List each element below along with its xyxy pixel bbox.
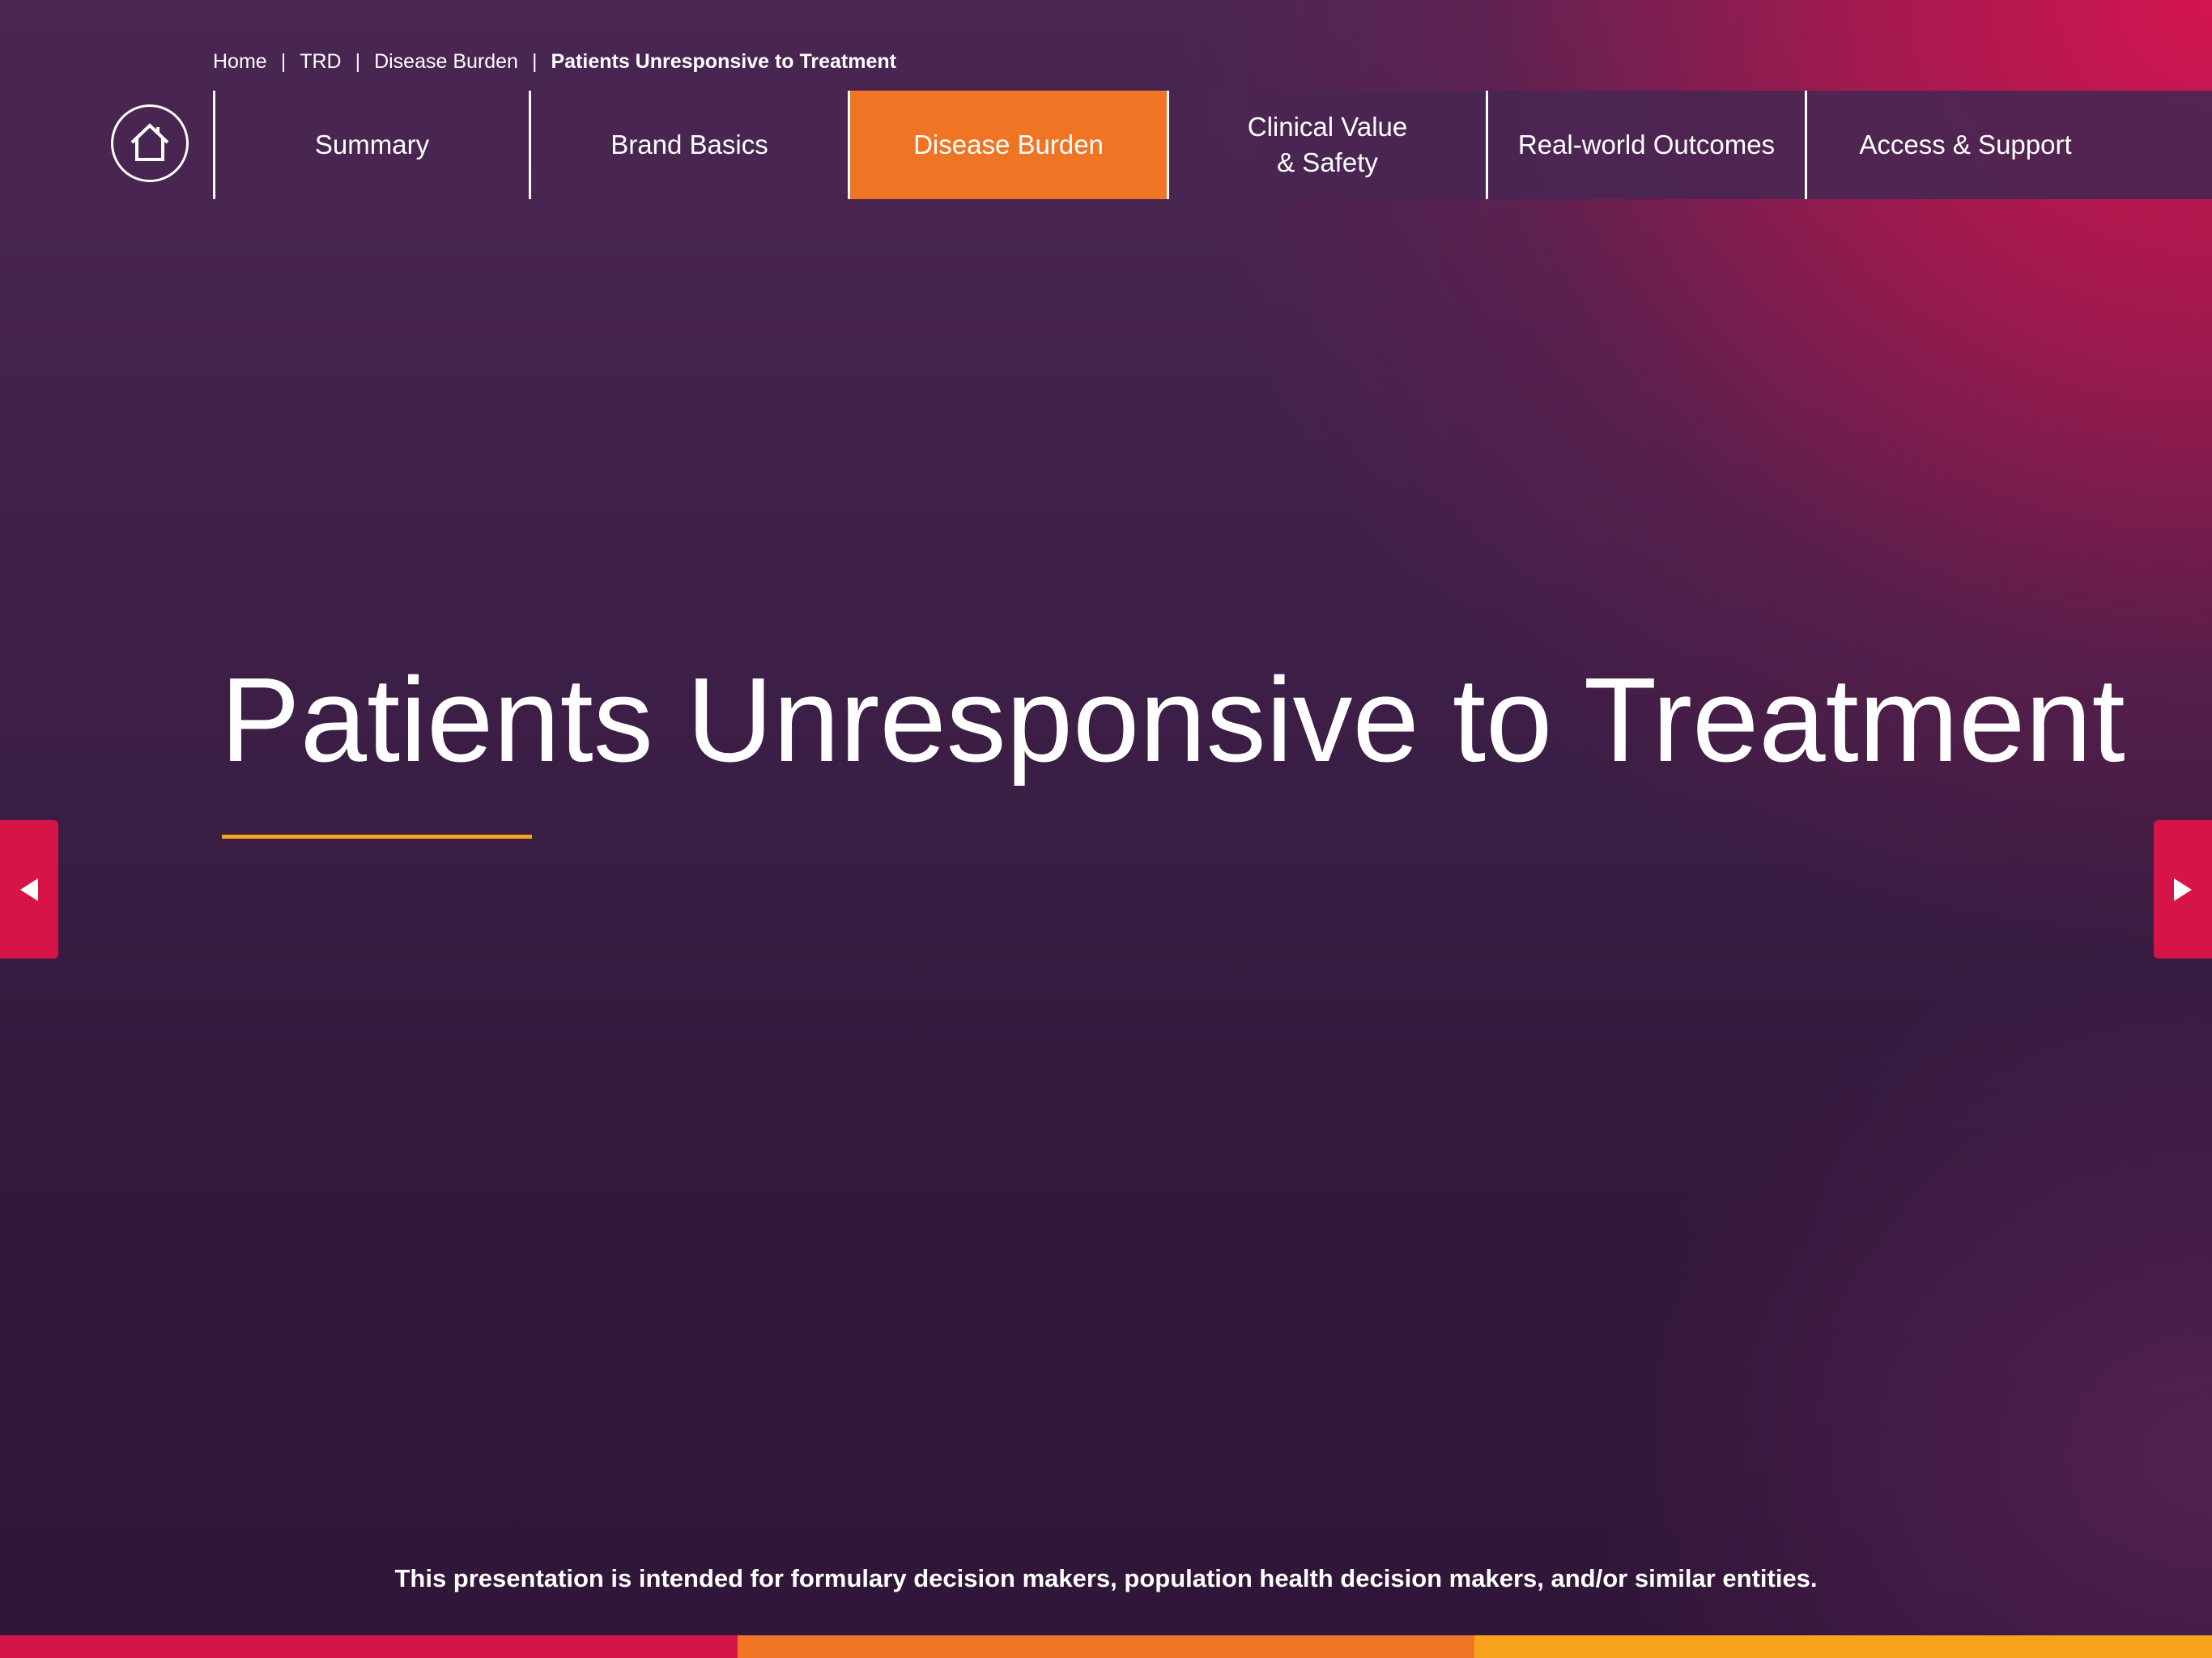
previous-slide-button[interactable]	[0, 820, 58, 959]
background-gradient	[0, 0, 2212, 1658]
caret-left-icon	[19, 877, 40, 903]
tab-label: Brand Basics	[610, 130, 768, 159]
tab-disease-burden[interactable]: Disease Burden	[850, 91, 1167, 199]
audience-disclaimer: This presentation is intended for formul…	[394, 1564, 1818, 1592]
page-title: Patients Unresponsive to Treatment	[220, 653, 2125, 787]
home-button[interactable]	[111, 104, 189, 182]
tab-label: Access & Support	[1859, 130, 2072, 159]
title-underline	[222, 835, 532, 839]
bottom-color-bar	[0, 1635, 2212, 1658]
main-nav: Summary Brand Basics Disease Burden Clin…	[0, 91, 2212, 199]
tab-label-line2: & Safety	[1277, 147, 1378, 177]
breadcrumb-disease-burden[interactable]: Disease Burden	[374, 50, 518, 74]
bottom-bar-segment-yellow	[1474, 1635, 2212, 1658]
breadcrumb-trd[interactable]: TRD	[300, 50, 341, 74]
breadcrumb-separator: |	[355, 49, 361, 73]
bottom-bar-segment-red	[0, 1635, 738, 1658]
tab-brand-basics[interactable]: Brand Basics	[531, 91, 848, 199]
breadcrumb-separator: |	[280, 49, 287, 73]
breadcrumb-home[interactable]: Home	[213, 50, 267, 74]
breadcrumb-separator: |	[531, 49, 538, 73]
tab-summary[interactable]: Summary	[215, 91, 529, 199]
tab-label: Summary	[314, 130, 430, 159]
tab-real-world-outcomes[interactable]: Real-world Outcomes	[1488, 91, 1805, 199]
tab-label: Disease Burden	[913, 130, 1104, 159]
next-slide-button[interactable]	[2154, 820, 2212, 959]
tab-label: Real-world Outcomes	[1517, 130, 1776, 159]
tab-access-support[interactable]: Access & Support	[1807, 91, 2124, 199]
tab-label-line1: Clinical Value	[1247, 112, 1408, 142]
breadcrumb-current: Patients Unresponsive to Treatment	[551, 49, 896, 73]
bottom-bar-segment-orange	[737, 1635, 1475, 1658]
breadcrumb: Home | TRD | Disease Burden | Patients U…	[213, 47, 896, 76]
caret-right-icon	[2172, 877, 2193, 903]
home-icon	[127, 121, 172, 166]
tab-clinical-value-safety[interactable]: Clinical Value & Safety	[1169, 91, 1486, 199]
